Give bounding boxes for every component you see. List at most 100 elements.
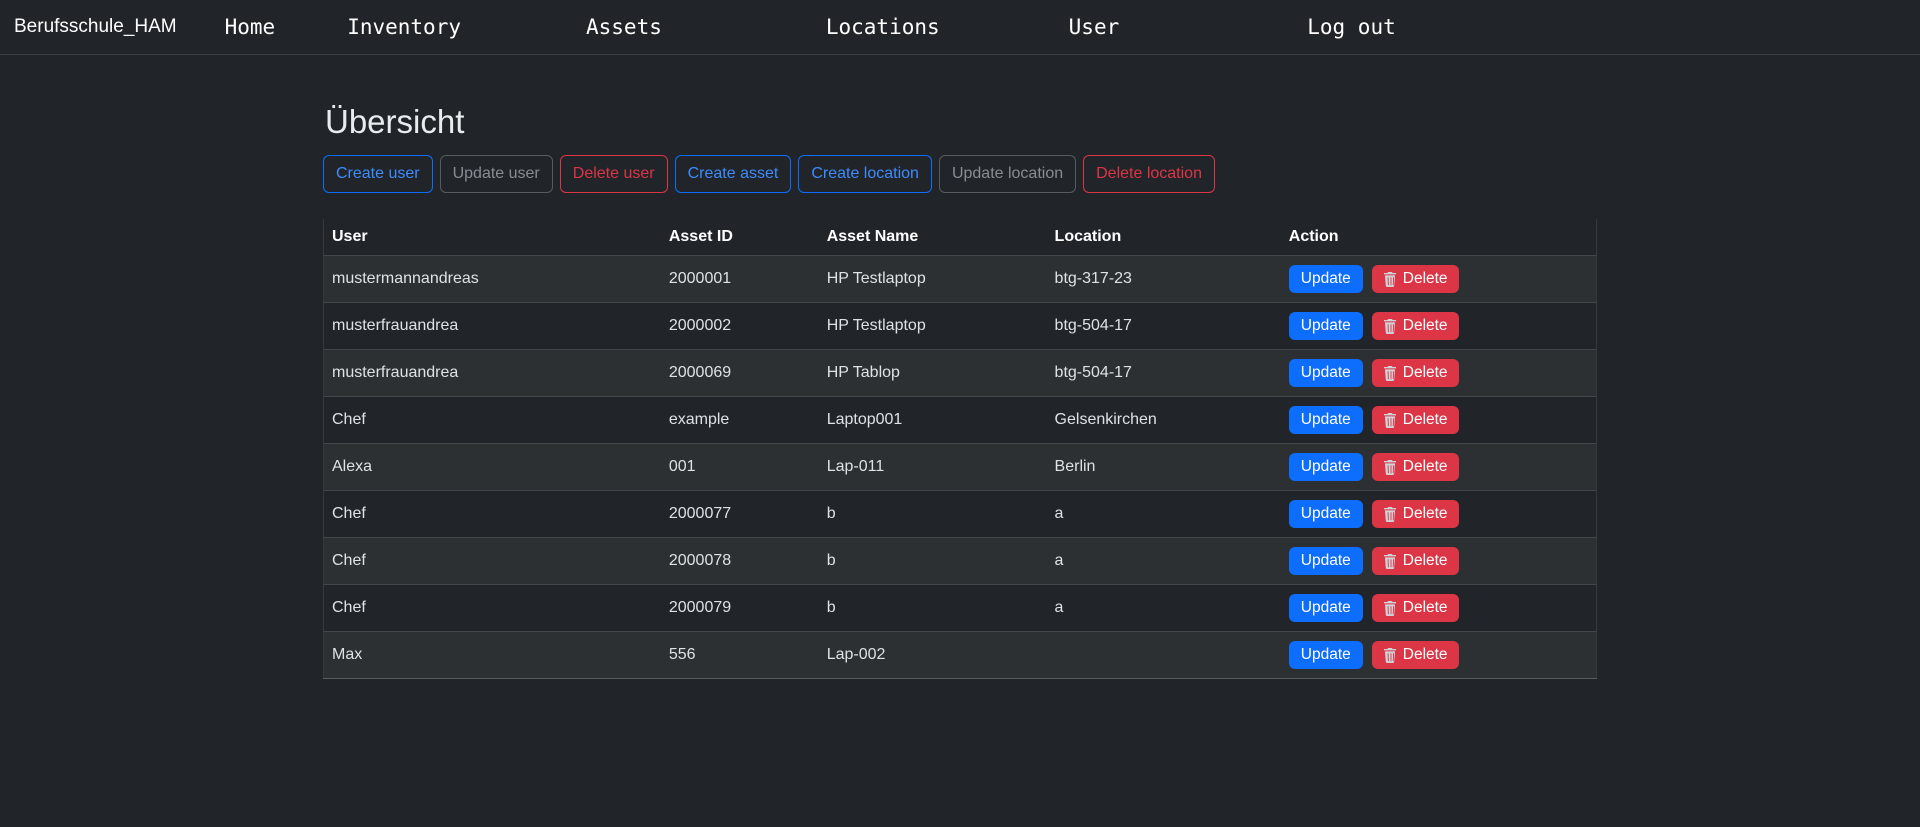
header-row: UserAsset IDAsset NameLocationAction [324, 219, 1597, 256]
update-row-button[interactable]: Update [1289, 594, 1363, 622]
trash-icon [1383, 507, 1397, 522]
table-row: Max556Lap-002UpdateDelete [324, 632, 1597, 679]
delete-row-button[interactable]: Delete [1372, 547, 1459, 575]
delete-row-button[interactable]: Delete [1372, 359, 1459, 387]
table-row: Chef2000079ba Update Delete [324, 585, 1597, 632]
cell-asset-id: 2000001 [661, 256, 819, 303]
column-header-asset-id: Asset ID [661, 219, 819, 256]
column-header-asset-name: Asset Name [819, 219, 1047, 256]
delete-row-button[interactable]: Delete [1372, 641, 1459, 669]
cell-location: a [1047, 585, 1281, 632]
cell-asset-name: b [819, 538, 1047, 585]
delete-location-button[interactable]: Delete location [1083, 155, 1215, 193]
column-header-user: User [324, 219, 661, 256]
cell-asset-name: b [819, 491, 1047, 538]
delete-button-label: Delete [1403, 552, 1448, 570]
update-row-button[interactable]: Update [1289, 641, 1363, 669]
create-asset-button[interactable]: Create asset [675, 155, 792, 193]
delete-button-label: Delete [1403, 599, 1448, 617]
update-row-button[interactable]: Update [1289, 500, 1363, 528]
cell-action: Update Delete [1281, 444, 1597, 491]
cell-asset-id: 2000002 [661, 303, 819, 350]
cell-action: Update Delete [1281, 491, 1597, 538]
cell-asset-id: example [661, 397, 819, 444]
cell-location: Gelsenkirchen [1047, 397, 1281, 444]
cell-user: Chef [324, 585, 661, 632]
cell-asset-id: 2000079 [661, 585, 819, 632]
update-row-button[interactable]: Update [1289, 406, 1363, 434]
cell-location: btg-504-17 [1047, 350, 1281, 397]
update-user-button[interactable]: Update user [440, 155, 553, 193]
cell-asset-id: 2000069 [661, 350, 819, 397]
cell-location: btg-317-23 [1047, 256, 1281, 303]
cell-action: Update Delete [1281, 350, 1597, 397]
delete-row-button[interactable]: Delete [1372, 265, 1459, 293]
update-row-button[interactable]: Update [1289, 265, 1363, 293]
top-navbar: Berufsschule_HAM Home Inventory Assets Loca… [0, 0, 1920, 55]
cell-user: Max [324, 632, 661, 679]
cell-action: Update Delete [1281, 397, 1597, 444]
cell-asset-id: 2000078 [661, 538, 819, 585]
nav-link-inventory[interactable]: Inventory [347, 15, 461, 39]
cell-asset-id: 2000077 [661, 491, 819, 538]
update-row-button[interactable]: Update [1289, 312, 1363, 340]
nav-link-assets[interactable]: Assets [586, 15, 662, 39]
delete-row-button[interactable]: Delete [1372, 500, 1459, 528]
assets-table: UserAsset IDAsset NameLocationAction mus… [323, 219, 1597, 679]
nav-link-home[interactable]: Home [225, 15, 276, 39]
trash-icon [1383, 554, 1397, 569]
trash-icon [1383, 272, 1397, 287]
delete-button-label: Delete [1403, 411, 1448, 429]
table-row: mustermannandreas2000001HP Testlaptopbtg… [324, 256, 1597, 303]
cell-location: btg-504-17 [1047, 303, 1281, 350]
trash-icon [1383, 601, 1397, 616]
cell-location [1047, 632, 1281, 679]
cell-location: a [1047, 491, 1281, 538]
table-row: musterfrauandrea2000069HP Tablopbtg-504-… [324, 350, 1597, 397]
cell-asset-name: HP Testlaptop [819, 303, 1047, 350]
cell-asset-name: Lap-011 [819, 444, 1047, 491]
update-row-button[interactable]: Update [1289, 359, 1363, 387]
delete-user-button[interactable]: Delete user [560, 155, 668, 193]
delete-button-label: Delete [1403, 505, 1448, 523]
assets-table-head: UserAsset IDAsset NameLocationAction [324, 219, 1597, 256]
page-title: Übersicht [325, 103, 1597, 141]
cell-asset-name: b [819, 585, 1047, 632]
table-row: musterfrauandrea2000002HP Testlaptopbtg-… [324, 303, 1597, 350]
main-container: Übersicht Create userUpdate userDelete u… [323, 55, 1597, 679]
crud-toolbar: Create userUpdate userDelete userCreate … [323, 155, 1597, 193]
trash-icon [1383, 366, 1397, 381]
cell-action: Update Delete [1281, 585, 1597, 632]
delete-row-button[interactable]: Delete [1372, 312, 1459, 340]
navbar-brand[interactable]: Berufsschule_HAM [14, 16, 177, 38]
update-location-button[interactable]: Update location [939, 155, 1076, 193]
trash-icon [1383, 413, 1397, 428]
create-location-button[interactable]: Create location [798, 155, 932, 193]
assets-table-body: mustermannandreas2000001HP Testlaptopbtg… [324, 256, 1597, 679]
delete-row-button[interactable]: Delete [1372, 453, 1459, 481]
column-header-action: Action [1281, 219, 1597, 256]
delete-button-label: Delete [1403, 317, 1448, 335]
cell-asset-name: HP Testlaptop [819, 256, 1047, 303]
create-user-button[interactable]: Create user [323, 155, 433, 193]
update-row-button[interactable]: Update [1289, 453, 1363, 481]
nav-link-locations[interactable]: Locations [826, 15, 940, 39]
update-row-button[interactable]: Update [1289, 547, 1363, 575]
table-row: Alexa001Lap-011BerlinUpdateDelete [324, 444, 1597, 491]
delete-row-button[interactable]: Delete [1372, 594, 1459, 622]
cell-user: Chef [324, 491, 661, 538]
delete-row-button[interactable]: Delete [1372, 406, 1459, 434]
delete-button-label: Delete [1403, 270, 1448, 288]
trash-icon [1383, 648, 1397, 663]
cell-asset-id: 001 [661, 444, 819, 491]
nav-link-log-out[interactable]: Log out [1307, 15, 1396, 39]
cell-user: musterfrauandrea [324, 303, 661, 350]
cell-location: a [1047, 538, 1281, 585]
table-row: ChefexampleLaptop001GelsenkirchenUpdateD… [324, 397, 1597, 444]
cell-asset-name: HP Tablop [819, 350, 1047, 397]
cell-user: mustermannandreas [324, 256, 661, 303]
table-row: Chef2000077ba Update Delete [324, 491, 1597, 538]
nav-link-user[interactable]: User [1069, 15, 1120, 39]
cell-action: Update Delete [1281, 303, 1597, 350]
cell-user: Chef [324, 397, 661, 444]
